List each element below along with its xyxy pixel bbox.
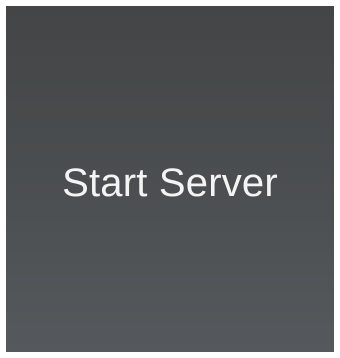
start-server-button[interactable]: Start Server [6, 6, 334, 352]
start-server-label: Start Server [62, 160, 278, 205]
